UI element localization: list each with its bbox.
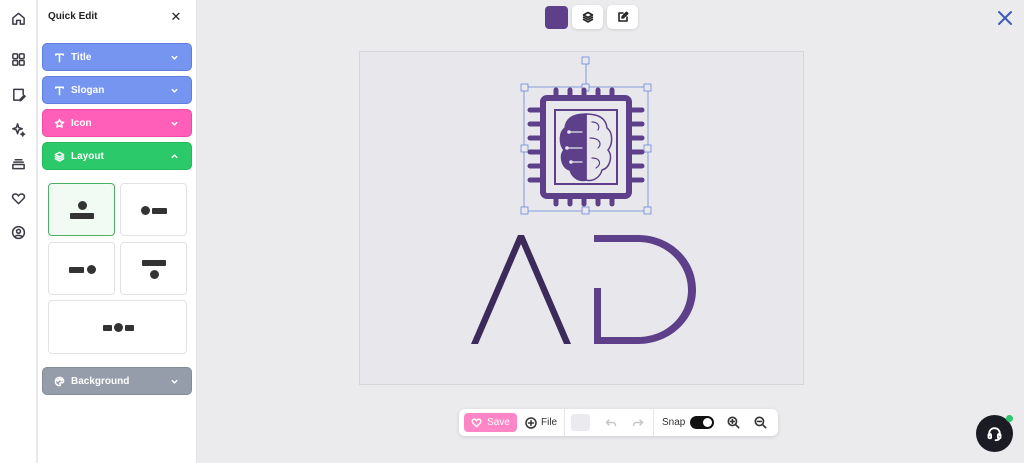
layout-bar — [125, 325, 134, 331]
panel-title: Quick Edit — [48, 11, 98, 22]
home-icon[interactable] — [9, 9, 27, 27]
logo-text-AD — [471, 235, 696, 344]
layers-icon[interactable] — [9, 154, 27, 172]
chip-brain-icon — [527, 87, 645, 207]
heart-icon — [471, 418, 482, 428]
layout-section[interactable]: Layout — [42, 142, 192, 170]
title-section-label: Title — [71, 51, 92, 63]
slogan-section-label: Slogan — [71, 84, 105, 96]
text-icon — [54, 84, 66, 96]
design-canvas[interactable] — [359, 51, 804, 385]
user-circle-icon[interactable] — [9, 223, 27, 241]
layout-dot — [87, 265, 96, 274]
layout-dot — [141, 206, 150, 215]
icon-rail — [0, 0, 37, 463]
layout-dot — [150, 270, 159, 279]
layout-option-icon-bottom[interactable] — [120, 242, 187, 295]
undo-button[interactable] — [605, 413, 617, 432]
layout-option-icon-center[interactable] — [48, 300, 187, 354]
layers-icon — [54, 150, 66, 162]
layout-bar — [152, 208, 167, 214]
plus-circle-icon — [525, 416, 537, 429]
save-label: Save — [487, 417, 510, 428]
toggle-knob — [703, 418, 712, 427]
slogan-section[interactable]: Slogan — [42, 76, 192, 104]
zoom-out-icon — [754, 416, 767, 429]
save-button[interactable]: Save — [464, 413, 517, 432]
edit-page-icon[interactable] — [9, 85, 27, 103]
layout-bar — [69, 267, 84, 273]
fill-color-swatch[interactable] — [571, 414, 590, 431]
layers-icon — [582, 11, 593, 23]
close-editor-icon[interactable] — [996, 9, 1014, 27]
edit-button[interactable] — [607, 5, 638, 29]
headset-icon — [987, 427, 1002, 442]
layout-option-icon-left[interactable] — [120, 183, 187, 236]
toolbar-divider — [564, 409, 565, 436]
zoom-in-button[interactable] — [727, 413, 740, 432]
heart-icon[interactable] — [9, 189, 27, 207]
chevron-down-icon — [170, 119, 180, 129]
snap-label: Snap — [662, 417, 686, 428]
title-section[interactable]: Title — [42, 43, 192, 71]
layout-bar — [142, 260, 166, 266]
color-swatch[interactable] — [545, 6, 568, 29]
icon-section[interactable]: Icon — [42, 109, 192, 137]
icon-section-label: Icon — [71, 117, 92, 129]
chevron-down-icon — [170, 53, 180, 63]
toolbar-divider — [653, 409, 654, 436]
zoom-in-icon — [727, 416, 740, 429]
chevron-up-icon — [170, 152, 180, 162]
quick-edit-panel: Quick Edit ✕ Title Slogan Icon Layout Ba… — [38, 0, 197, 463]
background-section-label: Background — [71, 375, 130, 387]
edit-icon — [617, 11, 628, 22]
star-icon — [54, 117, 66, 129]
layout-dot — [78, 201, 87, 210]
grid-icon[interactable] — [9, 50, 27, 68]
palette-icon — [54, 375, 66, 387]
file-label: File — [541, 417, 558, 428]
zoom-out-button[interactable] — [754, 413, 767, 432]
layout-option-icon-right[interactable] — [48, 242, 115, 295]
redo-button[interactable] — [632, 413, 644, 432]
snap-toggle[interactable] — [690, 416, 714, 429]
online-status-dot — [1006, 415, 1013, 422]
layout-bar — [70, 213, 94, 219]
layers-button[interactable] — [572, 5, 603, 29]
logo-artwork — [471, 56, 696, 344]
text-icon — [54, 51, 66, 63]
layout-bar — [103, 325, 112, 331]
layout-option-icon-top[interactable] — [48, 183, 115, 236]
undo-icon — [605, 418, 617, 426]
chevron-down-icon — [170, 377, 180, 387]
layout-dot — [114, 323, 123, 332]
close-icon[interactable]: ✕ — [170, 10, 182, 24]
layout-section-label: Layout — [71, 150, 104, 162]
file-button[interactable]: File — [525, 413, 557, 432]
magic-icon[interactable] — [9, 120, 27, 138]
background-section[interactable]: Background — [42, 367, 192, 395]
chevron-down-icon — [170, 86, 180, 96]
bottom-toolbar: Save File Snap — [459, 409, 778, 436]
redo-icon — [632, 418, 644, 426]
